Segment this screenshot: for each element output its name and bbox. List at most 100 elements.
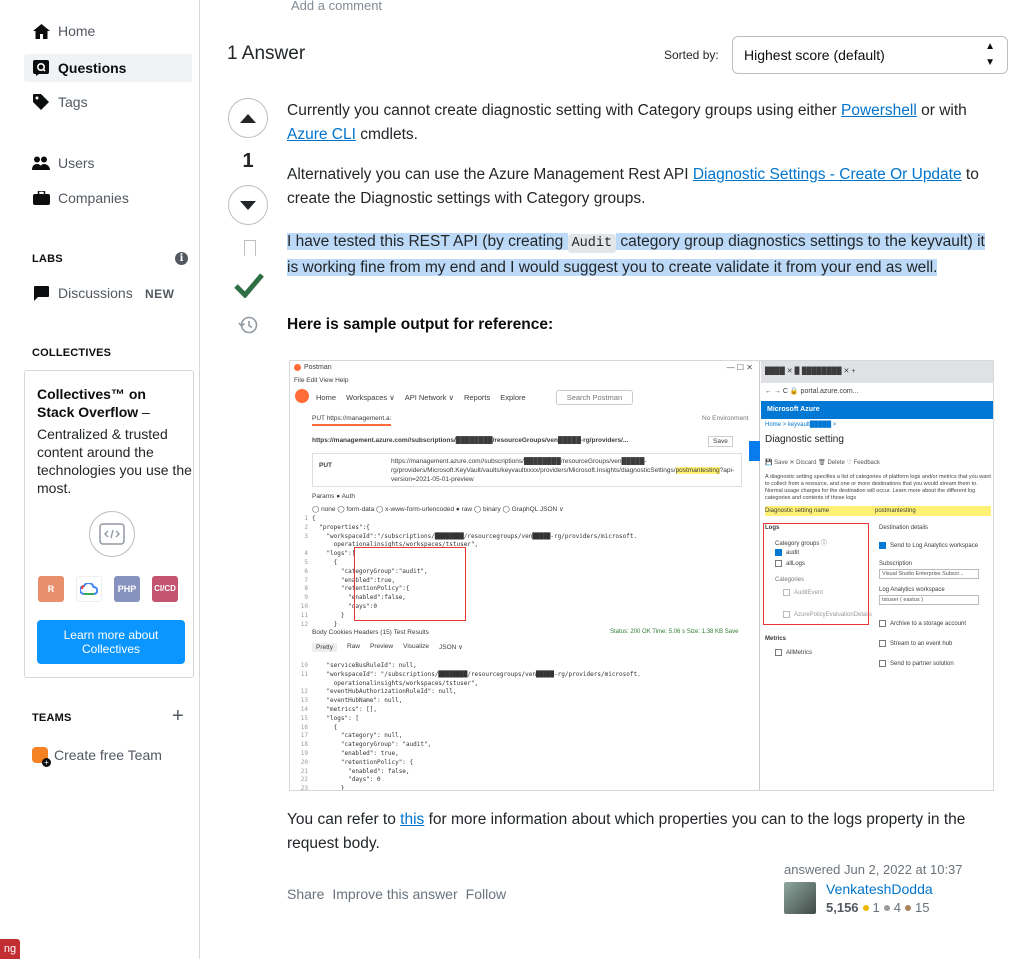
create-team-label: Create free Team: [54, 747, 162, 763]
nav-home[interactable]: Home: [32, 23, 95, 39]
postman-nav: Home Workspaces ∨ API Network ∨ Reports …: [290, 387, 760, 407]
browser-tabs: ████ ✕ ▉ ████████ ✕ +: [761, 361, 993, 383]
arrow-down-icon: [240, 200, 256, 210]
follow-link[interactable]: Follow: [466, 886, 506, 902]
az-toolbar: 💾 Save ✕ Discard 🗑 Delete ♡ Feedback: [765, 460, 880, 466]
az-title: Diagnostic setting: [765, 434, 844, 445]
pm-params-tabs: Params ● Auth: [312, 493, 355, 500]
google-cloud-icon[interactable]: [76, 576, 102, 602]
add-comment-link[interactable]: Add a comment: [291, 0, 382, 13]
new-badge: NEW: [145, 287, 175, 301]
az-send-la-checkbox: [879, 542, 886, 549]
arrow-up-icon: [240, 113, 256, 123]
az-allmetrics-label: AllMetrics: [786, 650, 813, 656]
az-partner-label: Send to partner solution: [890, 661, 954, 667]
history-icon[interactable]: [238, 315, 258, 335]
bronze-badge-icon: [905, 904, 912, 911]
vote-count: 1: [242, 150, 254, 172]
pm-env: No Environment: [702, 415, 749, 422]
sample-output-heading: Here is sample output for reference:: [287, 316, 554, 333]
teams-heading: TEAMS: [32, 712, 72, 724]
answered-timestamp[interactable]: answered Jun 2, 2022 at 10:37: [784, 862, 963, 877]
powershell-link[interactable]: Powershell: [841, 102, 917, 119]
left-sidebar: Home Questions Tags Users Companies LABS…: [0, 0, 200, 959]
gold-badge-icon: [862, 904, 869, 911]
discussion-icon: [32, 285, 50, 301]
pm-request-tab: PUT https://management.a:: [312, 415, 392, 426]
improve-answer-link[interactable]: Improve this answer: [332, 886, 457, 902]
nav-companies-label: Companies: [58, 190, 129, 206]
pm-nav-api: API Network ∨: [404, 392, 454, 402]
nav-users-label: Users: [58, 155, 95, 171]
user-avatar[interactable]: [784, 882, 816, 914]
pm-response-body: "serviceBusRuleId": null, "workspaceId":…: [326, 662, 641, 791]
postman-menubar: File Edit View Help: [294, 377, 349, 384]
learn-more-button[interactable]: Learn more about Collectives: [37, 620, 185, 664]
collective-tags: R PHP CI/CD: [38, 576, 178, 602]
az-stream-checkbox: [879, 640, 886, 647]
azure-portal-window: ████ ✕ ▉ ████████ ✕ + ← → C 🔒 portal.azu…: [761, 361, 993, 790]
az-archive-checkbox: [879, 620, 886, 627]
code-collective-icon: [89, 511, 135, 557]
this-link[interactable]: this: [400, 811, 424, 828]
nav-companies[interactable]: Companies: [32, 190, 129, 206]
users-icon: [32, 155, 50, 171]
pm-nav-explore: Explore: [500, 392, 526, 402]
sort-select[interactable]: Highest score (default) ▲ ▼: [732, 36, 1008, 74]
upvote-button[interactable]: [228, 98, 268, 138]
browser-address-bar: ← → C 🔒 portal.azure.com...: [765, 388, 859, 395]
pm-nav-workspaces: Workspaces ∨: [346, 392, 395, 402]
audit-code: Audit: [567, 234, 617, 253]
answers-count-heading: 1 Answer: [227, 43, 306, 64]
az-partner-checkbox: [879, 660, 886, 667]
pm-nav-home: Home: [316, 392, 337, 402]
sample-output-screenshot[interactable]: Postman — ☐ ✕ File Edit View Help Home W…: [289, 360, 994, 791]
pm-line-numbers-top: 1 2 3 4 5 6 7 8 9 10 11 12: [300, 515, 308, 628]
user-reputation: 5,156 1 4 15: [826, 900, 930, 915]
accepted-check-icon: [234, 273, 264, 298]
answer-paragraph-4: You can refer to this for more informati…: [287, 811, 966, 852]
az-stream-label: Stream to an event hub: [890, 641, 953, 647]
user-name-link[interactable]: VenkateshDodda: [826, 881, 933, 897]
az-name-row: Diagnostic setting name postmantesting: [765, 506, 991, 516]
hiring-badge[interactable]: ng: [0, 939, 20, 959]
nav-questions[interactable]: Questions: [24, 54, 192, 82]
add-team-icon[interactable]: +: [172, 705, 184, 728]
az-subscription-dropdown: Visual Studio Enterprise Subscr...: [879, 569, 979, 579]
diagnostic-settings-link[interactable]: Diagnostic Settings - Create Or Update: [693, 166, 962, 183]
az-law-dropdown: tstuser ( eastus ): [879, 595, 979, 605]
az-breadcrumb: Home > keyvault█████ >: [765, 422, 837, 428]
share-link[interactable]: Share: [287, 886, 324, 902]
az-archive-label: Archive to a storage account: [890, 621, 967, 627]
window-controls: — ☐ ✕: [726, 363, 753, 372]
labs-heading: LABS: [32, 253, 63, 265]
sort-select-value: Highest score (default): [744, 47, 885, 63]
php-collective-icon[interactable]: PHP: [114, 576, 140, 602]
cicd-collective-icon[interactable]: CI/CD: [152, 576, 178, 602]
nav-users[interactable]: Users: [32, 155, 95, 171]
pm-nav-reports: Reports: [463, 392, 491, 402]
nav-tags-label: Tags: [58, 94, 88, 110]
answer-paragraph-2: Alternatively you can use the Azure Mana…: [287, 166, 979, 207]
r-collective-icon[interactable]: R: [38, 576, 64, 602]
nav-discussions[interactable]: Discussions: [32, 285, 133, 301]
downvote-button[interactable]: [228, 185, 268, 225]
logs-highlight-box: [763, 523, 869, 625]
questions-icon: [32, 60, 50, 76]
nav-tags[interactable]: Tags: [32, 94, 88, 110]
pm-send-button: [749, 441, 760, 461]
info-icon[interactable]: i: [175, 252, 188, 265]
az-law-label: Log Analytics workspace: [879, 587, 945, 593]
tag-icon: [32, 94, 50, 110]
collectives-title: Collectives™ on Stack Overflow –: [37, 386, 150, 420]
select-arrows-icon: ▲ ▼: [985, 41, 995, 68]
silver-badge-icon: [883, 904, 890, 911]
pm-save-button: Save: [708, 436, 733, 447]
collectives-description: Centralized & trusted content around the…: [37, 426, 192, 496]
bookmark-icon[interactable]: [244, 240, 256, 256]
create-team-link[interactable]: Create free Team: [32, 747, 162, 767]
nav-questions-label: Questions: [58, 60, 127, 76]
az-send-la-label: Send to Log Analytics workspace: [890, 543, 979, 549]
postman-titlebar: Postman: [294, 364, 332, 371]
azure-cli-link[interactable]: Azure CLI: [287, 126, 356, 143]
